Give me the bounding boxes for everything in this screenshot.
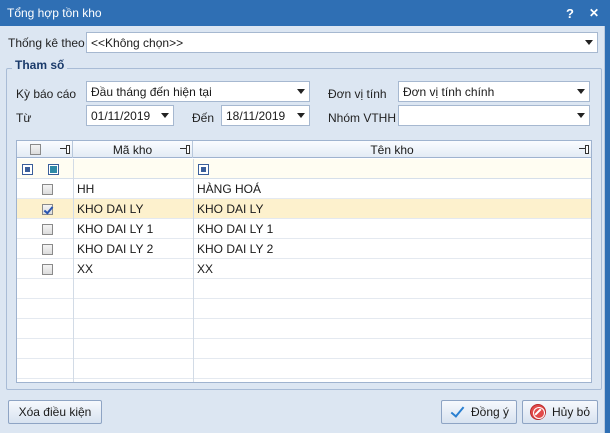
table-row[interactable]: KHO DAI LY 2 KHO DAI LY 2 (17, 239, 591, 259)
empty-row (17, 299, 591, 319)
cell-name: HÀNG HOÁ (197, 182, 262, 196)
chevron-down-icon[interactable] (293, 106, 309, 125)
filter-operator-icon[interactable] (22, 163, 33, 175)
table-row[interactable]: KHO DAI LY 1 KHO DAI LY 1 (17, 219, 591, 239)
warehouse-grid: Mã kho Tên kho HH HÀNG HOÁ KHO DAI LY KH… (16, 140, 592, 383)
column-header-name[interactable]: Tên kho (193, 141, 591, 158)
filter-row (17, 159, 591, 179)
filter-operator-icon[interactable] (198, 163, 209, 175)
title-bar: Tổng hợp tồn kho ? ✕ (0, 0, 610, 26)
cell-name: KHO DAI LY 1 (197, 222, 274, 236)
row-checkbox[interactable] (42, 243, 53, 255)
clear-conditions-label: Xóa điều kiện (18, 405, 92, 419)
select-all-checkbox[interactable] (30, 144, 41, 155)
column-divider (73, 159, 74, 382)
row-checkbox-cell[interactable] (38, 259, 68, 279)
from-label: Từ (16, 111, 32, 125)
chevron-down-icon[interactable] (573, 106, 589, 125)
cell-code: KHO DAI LY 2 (77, 242, 154, 256)
from-date-picker[interactable]: 01/11/2019 (86, 105, 174, 126)
cancel-button-label: Hủy bỏ (551, 405, 591, 419)
cell-code: XX (77, 262, 94, 276)
ok-button[interactable]: Đồng ý (441, 400, 517, 424)
empty-row (17, 339, 591, 359)
column-header-name-label: Tên kho (370, 142, 414, 157)
row-checkbox-cell[interactable] (38, 239, 68, 259)
ok-button-label: Đồng ý (470, 405, 510, 419)
row-checkbox-cell[interactable] (38, 179, 68, 199)
filter-cell-selector[interactable] (17, 159, 45, 179)
cancel-button[interactable]: Hủy bỏ (522, 400, 598, 424)
period-combo-value: Đầu tháng đến hiện tại (91, 84, 212, 99)
filter-operator-icon[interactable] (48, 163, 59, 175)
empty-row (17, 279, 591, 299)
to-label: Đến (192, 111, 215, 125)
cell-name: XX (197, 262, 214, 276)
pin-icon[interactable] (60, 144, 70, 154)
empty-row (17, 359, 591, 379)
filter-cell-name[interactable] (193, 159, 223, 179)
row-checkbox[interactable] (42, 223, 53, 235)
cell-name: KHO DAI LY 2 (197, 242, 274, 256)
column-divider (193, 159, 194, 382)
chevron-down-icon[interactable] (157, 106, 173, 125)
to-date-value: 18/11/2019 (226, 108, 286, 123)
unit-combo[interactable]: Đơn vị tính chính (398, 81, 590, 102)
window-title: Tổng hợp tồn kho (7, 6, 102, 20)
row-checkbox[interactable] (42, 203, 53, 215)
column-header-code[interactable]: Mã kho (73, 141, 193, 158)
row-checkbox-cell[interactable] (38, 219, 68, 239)
cell-code: KHO DAI LY (77, 202, 144, 216)
cancel-icon (529, 404, 546, 420)
unit-label: Đơn vị tính (328, 87, 387, 101)
filter-cell-check[interactable] (45, 159, 73, 179)
check-icon (449, 404, 465, 420)
parameters-group-title: Tham số (12, 58, 68, 72)
to-date-picker[interactable]: 18/11/2019 (221, 105, 310, 126)
cell-code: HH (77, 182, 95, 196)
filter-combo-value: <<Không chọn>> (91, 35, 184, 50)
chevron-down-icon[interactable] (293, 82, 309, 101)
table-row[interactable]: XX XX (17, 259, 591, 279)
filter-combo[interactable]: <<Không chọn>> (86, 32, 598, 53)
column-header-code-label: Mã kho (112, 142, 153, 157)
table-row[interactable]: HH HÀNG HOÁ (17, 179, 591, 199)
table-row[interactable]: KHO DAI LY KHO DAI LY (17, 199, 591, 219)
chevron-down-icon[interactable] (581, 33, 597, 52)
period-combo[interactable]: Đầu tháng đến hiện tại (86, 81, 310, 102)
clear-conditions-button[interactable]: Xóa điều kiện (8, 400, 102, 424)
item-group-combo[interactable] (398, 105, 590, 126)
close-icon[interactable]: ✕ (584, 6, 604, 20)
row-checkbox-cell[interactable] (38, 199, 68, 219)
row-checkbox[interactable] (42, 263, 53, 275)
item-group-label: Nhóm VTHH (328, 111, 397, 125)
grid-header: Mã kho Tên kho (17, 141, 591, 158)
cell-name: KHO DAI LY (197, 202, 264, 216)
pin-icon[interactable] (180, 144, 190, 154)
filter-label: Thống kê theo (8, 36, 85, 50)
empty-row (17, 319, 591, 339)
row-checkbox[interactable] (42, 183, 53, 195)
window-border (605, 26, 610, 433)
pin-icon[interactable] (579, 144, 589, 154)
header-select-all[interactable] (17, 141, 73, 158)
from-date-value: 01/11/2019 (91, 108, 151, 123)
unit-combo-value: Đơn vị tính chính (403, 84, 495, 99)
chevron-down-icon[interactable] (573, 82, 589, 101)
cell-code: KHO DAI LY 1 (77, 222, 154, 236)
help-icon[interactable]: ? (560, 6, 580, 21)
period-label: Kỳ báo cáo (16, 87, 77, 101)
